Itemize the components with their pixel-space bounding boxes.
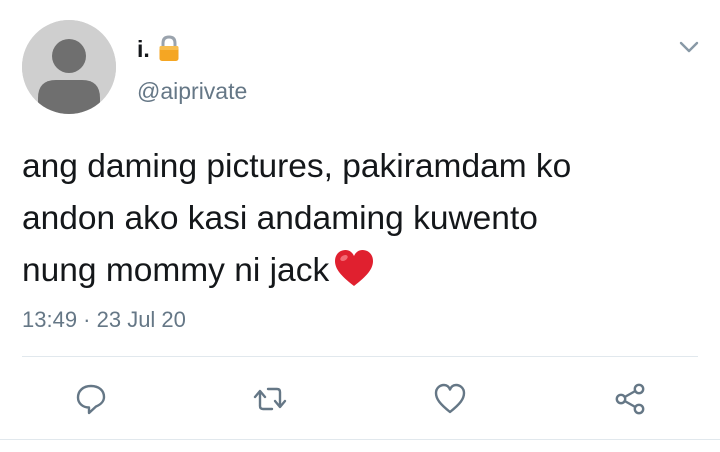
tweet-text: ang daming pictures, pakiramdam ko andon… <box>22 141 702 297</box>
red-heart-emoji <box>333 249 375 289</box>
retweet-icon <box>253 387 287 411</box>
tweet-body: ang daming pictures, pakiramdam ko andon… <box>22 148 572 289</box>
lock-icon <box>158 35 180 63</box>
default-avatar-icon <box>22 20 116 114</box>
avatar[interactable] <box>22 20 116 114</box>
divider <box>22 356 698 357</box>
tweet-timestamp[interactable]: 13:49 · 23 Jul 20 <box>22 305 186 335</box>
chevron-down-icon[interactable] <box>676 36 702 58</box>
retweet-button[interactable] <box>252 381 288 417</box>
share-button[interactable] <box>612 381 648 417</box>
like-icon <box>434 383 466 414</box>
user-handle[interactable]: @aiprivate <box>137 77 247 105</box>
display-name[interactable]: i. <box>137 35 150 63</box>
like-button[interactable] <box>432 381 468 417</box>
reply-icon <box>76 384 106 415</box>
bottom-divider <box>0 439 720 440</box>
reply-button[interactable] <box>73 381 109 417</box>
author-name-row: i. <box>137 34 180 64</box>
share-icon <box>615 383 645 415</box>
